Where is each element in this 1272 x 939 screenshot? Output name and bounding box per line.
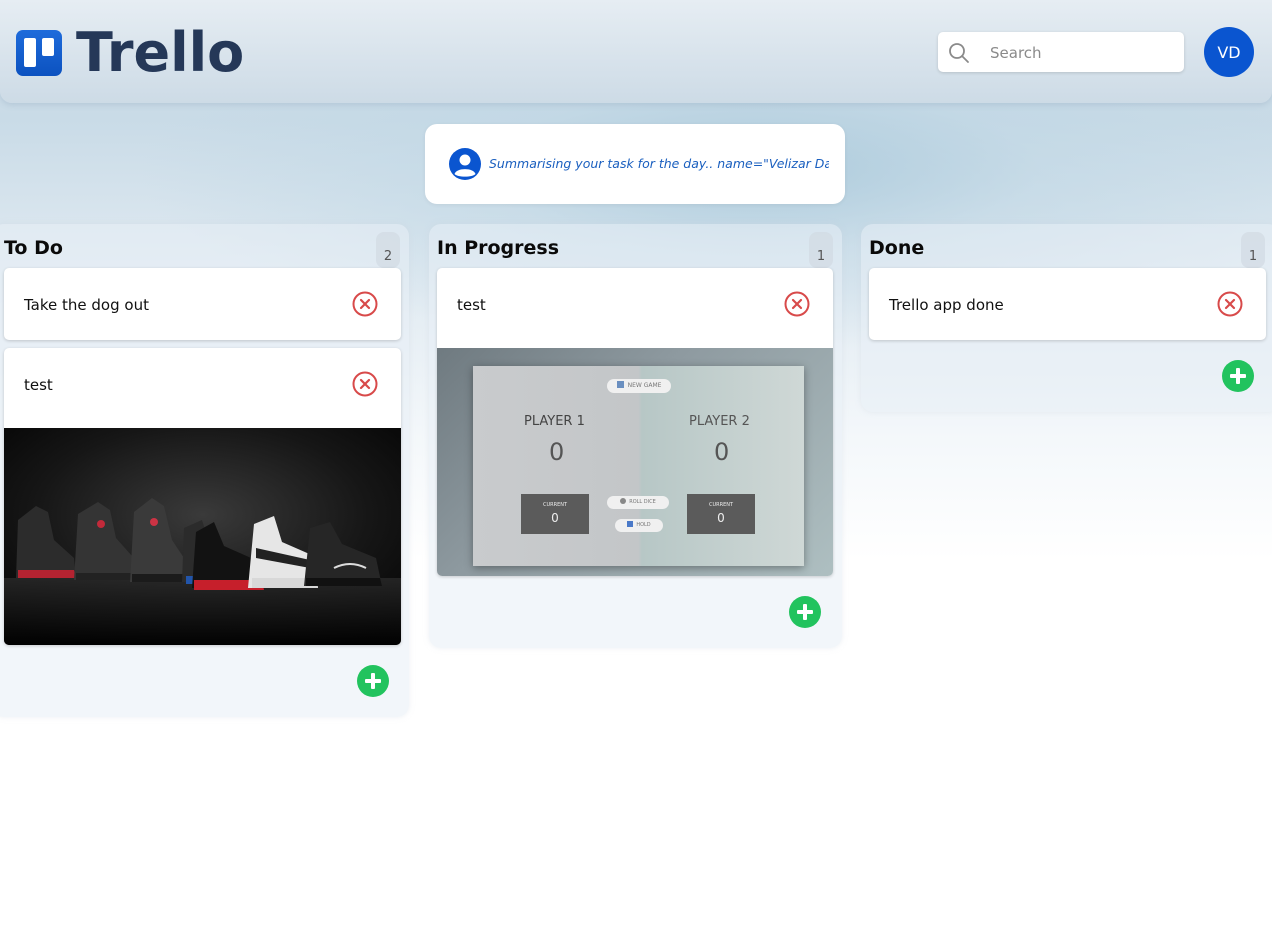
player2-current: 0 — [717, 511, 725, 525]
player1-score: 0 — [549, 438, 565, 466]
column-title: To Do — [4, 237, 63, 259]
add-card-button[interactable] — [789, 596, 821, 628]
delete-card-icon[interactable] — [1217, 291, 1243, 317]
delete-card-icon[interactable] — [352, 291, 378, 317]
column-title: In Progress — [437, 237, 560, 259]
card-title: Take the dog out — [24, 296, 149, 314]
column-done: Done 1 Trello app done — [861, 224, 1272, 412]
game-board: NEW GAME PLAYER 1 PLAYER 2 0 0 CURRENT 0… — [473, 366, 804, 566]
column-in-progress: In Progress 1 test NEW GAME PLAYER 1 PLA… — [429, 224, 842, 648]
task-card[interactable]: Take the dog out — [4, 268, 401, 340]
player2-score: 0 — [714, 438, 730, 466]
search-input[interactable] — [988, 40, 1172, 66]
summary-text: Summarising your task for the day.. name… — [489, 156, 829, 171]
roll-dice-pill: ROLL DICE — [607, 496, 669, 509]
header: Trello VD — [0, 0, 1272, 103]
new-game-pill: NEW GAME — [607, 379, 671, 393]
column-count-badge: 1 — [1241, 232, 1265, 268]
player1-current: 0 — [551, 511, 559, 525]
trello-board-icon — [16, 30, 62, 76]
sneakers-photo — [4, 428, 401, 645]
hold-pill: HOLD — [615, 519, 663, 532]
card-title: Trello app done — [889, 296, 1004, 314]
delete-card-icon[interactable] — [352, 371, 378, 397]
new-game-label: NEW GAME — [627, 382, 662, 389]
player2-label: PLAYER 2 — [689, 414, 750, 429]
current-label: CURRENT — [542, 502, 568, 508]
task-card[interactable]: Trello app done — [869, 268, 1266, 340]
hold-label: HOLD — [636, 522, 651, 528]
logo-text: Trello — [76, 21, 245, 84]
column-count-badge: 1 — [809, 232, 833, 268]
player1-current-box: CURRENT 0 — [521, 494, 589, 534]
task-card[interactable]: test — [4, 348, 401, 645]
column-count-badge: 2 — [376, 232, 400, 268]
player2-current-box: CURRENT 0 — [687, 494, 755, 534]
summary-banner: Summarising your task for the day.. name… — [425, 124, 845, 204]
search-box[interactable] — [938, 32, 1184, 72]
dice-game-screenshot: NEW GAME PLAYER 1 PLAYER 2 0 0 CURRENT 0… — [437, 348, 833, 576]
current-label: CURRENT — [708, 502, 734, 508]
search-icon — [949, 43, 969, 63]
trello-logo[interactable]: Trello — [16, 26, 244, 80]
roll-dice-label: ROLL DICE — [629, 499, 656, 505]
delete-card-icon[interactable] — [784, 291, 810, 317]
user-icon — [449, 148, 481, 180]
card-title: test — [24, 376, 53, 394]
task-card[interactable]: test NEW GAME PLAYER 1 PLAYER 2 0 0 CURR… — [437, 268, 833, 576]
column-to-do: To Do 2 Take the dog out test — [0, 224, 409, 717]
player1-label: PLAYER 1 — [524, 414, 585, 429]
column-title: Done — [869, 237, 925, 259]
add-card-button[interactable] — [357, 665, 389, 697]
add-card-button[interactable] — [1222, 360, 1254, 392]
card-title: test — [457, 296, 486, 314]
user-avatar[interactable]: VD — [1204, 27, 1254, 77]
